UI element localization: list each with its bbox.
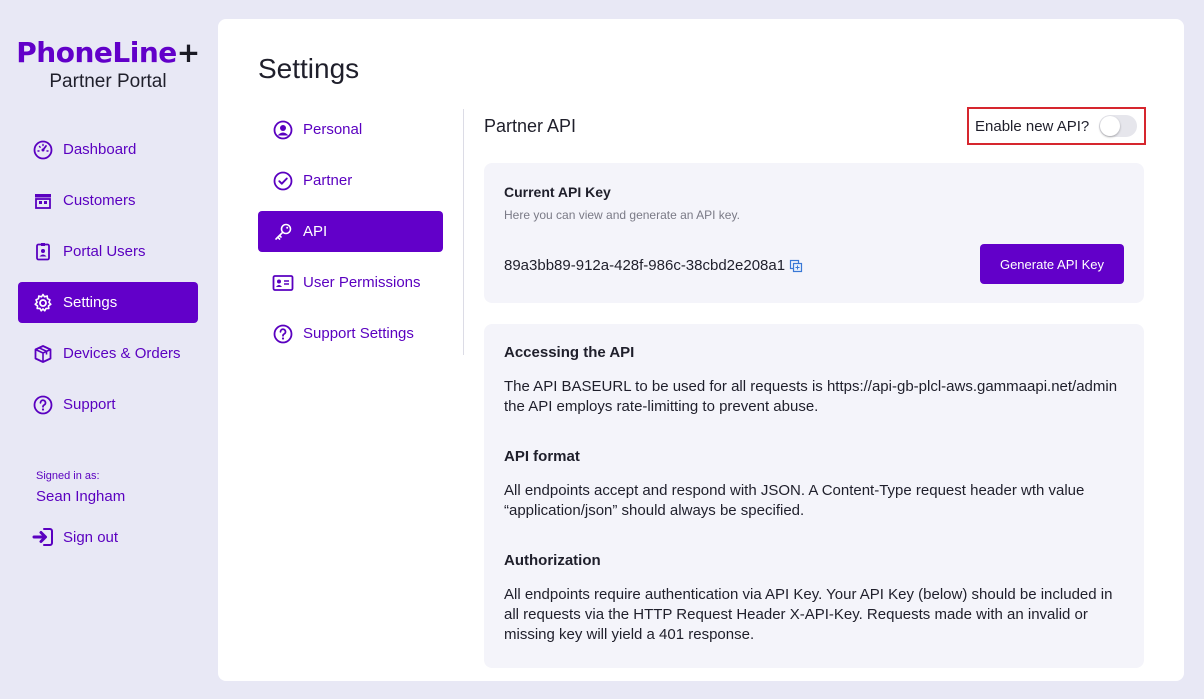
section-title: Partner API xyxy=(484,116,577,136)
nav-item-settings[interactable]: Settings xyxy=(18,282,198,323)
sign-out-link[interactable]: Sign out xyxy=(32,526,118,548)
api-docs-card: Accessing the API The API BASEURL to be … xyxy=(484,324,1144,668)
brand-logo[interactable]: PhoneLine+ Partner Portal xyxy=(0,36,216,93)
doc-body: The API BASEURL to be used for all reque… xyxy=(504,378,1118,415)
settings-panel: Settings Personal Partner API User Permi… xyxy=(218,19,1184,681)
subnav-label: User Permissions xyxy=(303,274,421,291)
api-key-card: Current API Key Here you can view and ge… xyxy=(484,163,1144,303)
nav-label: Support xyxy=(63,396,116,413)
nav-label: Portal Users xyxy=(63,243,146,260)
main-nav: Dashboard Customers Portal Users Setting… xyxy=(18,129,198,435)
nav-label: Devices & Orders xyxy=(63,345,181,362)
doc-body: All endpoints require authentication via… xyxy=(504,586,1113,643)
id-badge-icon xyxy=(32,241,54,263)
nav-item-portal-users[interactable]: Portal Users xyxy=(18,231,198,272)
key-icon xyxy=(272,221,294,243)
sign-out-icon xyxy=(32,526,54,548)
toggle-knob xyxy=(1100,116,1121,136)
sign-out-label: Sign out xyxy=(63,528,119,546)
tab-support-settings[interactable]: Support Settings xyxy=(258,313,443,354)
nav-label: Customers xyxy=(63,192,136,209)
user-circle-icon xyxy=(272,119,294,141)
gear-icon xyxy=(32,292,54,314)
doc-body: All endpoints accept and respond with JS… xyxy=(504,482,1085,519)
user-name: Sean Ingham xyxy=(36,488,126,505)
store-icon xyxy=(32,190,54,212)
enable-new-api-label: Enable new API? xyxy=(975,117,1090,135)
nav-item-customers[interactable]: Customers xyxy=(18,180,198,221)
box-icon xyxy=(32,343,54,365)
tab-personal[interactable]: Personal xyxy=(258,109,443,150)
settings-subnav: Personal Partner API User Permissions Su… xyxy=(258,109,443,364)
question-icon xyxy=(32,394,54,416)
tab-api[interactable]: API xyxy=(258,211,443,252)
subnav-label: Personal xyxy=(303,121,363,138)
tab-partner[interactable]: Partner xyxy=(258,160,443,201)
doc-heading: Accessing the API xyxy=(504,344,635,361)
brand-plus: + xyxy=(176,36,200,69)
question-circle-icon xyxy=(272,323,294,345)
api-key-title: Current API Key xyxy=(504,184,611,200)
nav-item-dashboard[interactable]: Dashboard xyxy=(18,129,198,170)
enable-new-api-control: Enable new API? xyxy=(967,107,1146,145)
doc-heading: API format xyxy=(504,448,580,465)
enable-new-api-toggle[interactable] xyxy=(1099,115,1138,137)
api-key-row: 89a3bb89-912a-428f-986c-38cbd2e208a1 xyxy=(504,257,803,274)
copy-icon[interactable] xyxy=(789,259,803,273)
subnav-label: API xyxy=(303,223,328,240)
api-key-value: 89a3bb89-912a-428f-986c-38cbd2e208a1 xyxy=(504,257,786,274)
id-card-icon xyxy=(272,272,294,294)
doc-heading: Authorization xyxy=(504,552,601,569)
check-circle-icon xyxy=(272,170,294,192)
subnav-label: Partner xyxy=(303,172,353,189)
nav-item-support[interactable]: Support xyxy=(18,384,198,425)
brand-name: PhoneLine xyxy=(16,36,177,69)
subnav-divider xyxy=(463,109,464,355)
tab-user-permissions[interactable]: User Permissions xyxy=(258,262,443,303)
nav-item-devices-orders[interactable]: Devices & Orders xyxy=(18,333,198,374)
sidebar: PhoneLine+ Partner Portal Dashboard Cust… xyxy=(0,0,216,699)
nav-label: Dashboard xyxy=(63,141,137,158)
api-key-description: Here you can view and generate an API ke… xyxy=(504,208,740,222)
gauge-icon xyxy=(32,139,54,161)
brand-subtitle: Partner Portal xyxy=(49,71,167,92)
page-title: Settings xyxy=(258,53,360,84)
generate-api-key-button[interactable]: Generate API Key xyxy=(980,244,1124,284)
signed-in-label: Signed in as: xyxy=(36,470,100,482)
nav-label: Settings xyxy=(63,294,118,311)
subnav-label: Support Settings xyxy=(303,325,414,342)
